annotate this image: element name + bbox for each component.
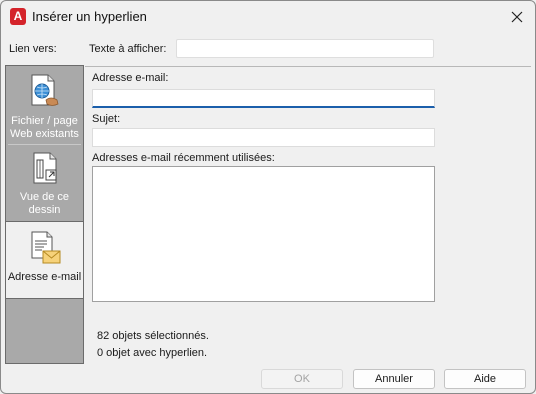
subject-input[interactable] — [92, 128, 435, 147]
link-to-sidebar: Fichier / page Web existants Vue de ce d… — [5, 65, 84, 364]
ok-button[interactable]: OK — [261, 369, 343, 389]
sidebar-item-label: Vue de ce dessin — [19, 191, 70, 216]
sidebar-item-email-address[interactable]: Adresse e-mail — [6, 221, 83, 299]
text-to-display-label: Texte à afficher: — [89, 43, 167, 55]
cancel-button[interactable]: Annuler — [353, 369, 435, 389]
title-bar: A Insérer un hyperlien — [1, 1, 535, 33]
sidebar-item-label: Fichier / page Web existants — [10, 115, 79, 140]
close-icon[interactable] — [507, 7, 527, 27]
email-address-input[interactable] — [92, 89, 435, 108]
sidebar-item-view-of-drawing[interactable]: Vue de ce dessin — [6, 152, 83, 217]
sidebar-divider — [8, 144, 81, 145]
web-page-icon — [31, 74, 58, 106]
email-icon — [31, 231, 60, 264]
sidebar-item-label: Adresse e-mail — [7, 271, 82, 283]
drawing-view-icon — [33, 152, 56, 184]
insert-hyperlink-dialog: A Insérer un hyperlien Lien vers: Texte … — [0, 0, 536, 394]
link-to-label: Lien vers: — [9, 43, 57, 55]
selected-objects-status: 82 objets sélectionnés. — [97, 330, 209, 342]
subject-label: Sujet: — [92, 113, 121, 125]
hyperlink-objects-status: 0 objet avec hyperlien. — [97, 347, 208, 359]
recent-emails-label: Adresses e-mail récemment utilisées: — [92, 152, 275, 164]
text-to-display-input[interactable] — [176, 39, 434, 58]
recent-emails-list[interactable] — [92, 166, 435, 302]
help-button[interactable]: Aide — [444, 369, 526, 389]
sidebar-item-existing-file-web-page[interactable]: Fichier / page Web existants — [6, 74, 83, 141]
email-address-label: Adresse e-mail: — [92, 72, 169, 84]
header-divider — [85, 66, 531, 67]
autocad-app-icon: A — [10, 8, 26, 25]
dialog-title: Insérer un hyperlien — [32, 9, 147, 24]
